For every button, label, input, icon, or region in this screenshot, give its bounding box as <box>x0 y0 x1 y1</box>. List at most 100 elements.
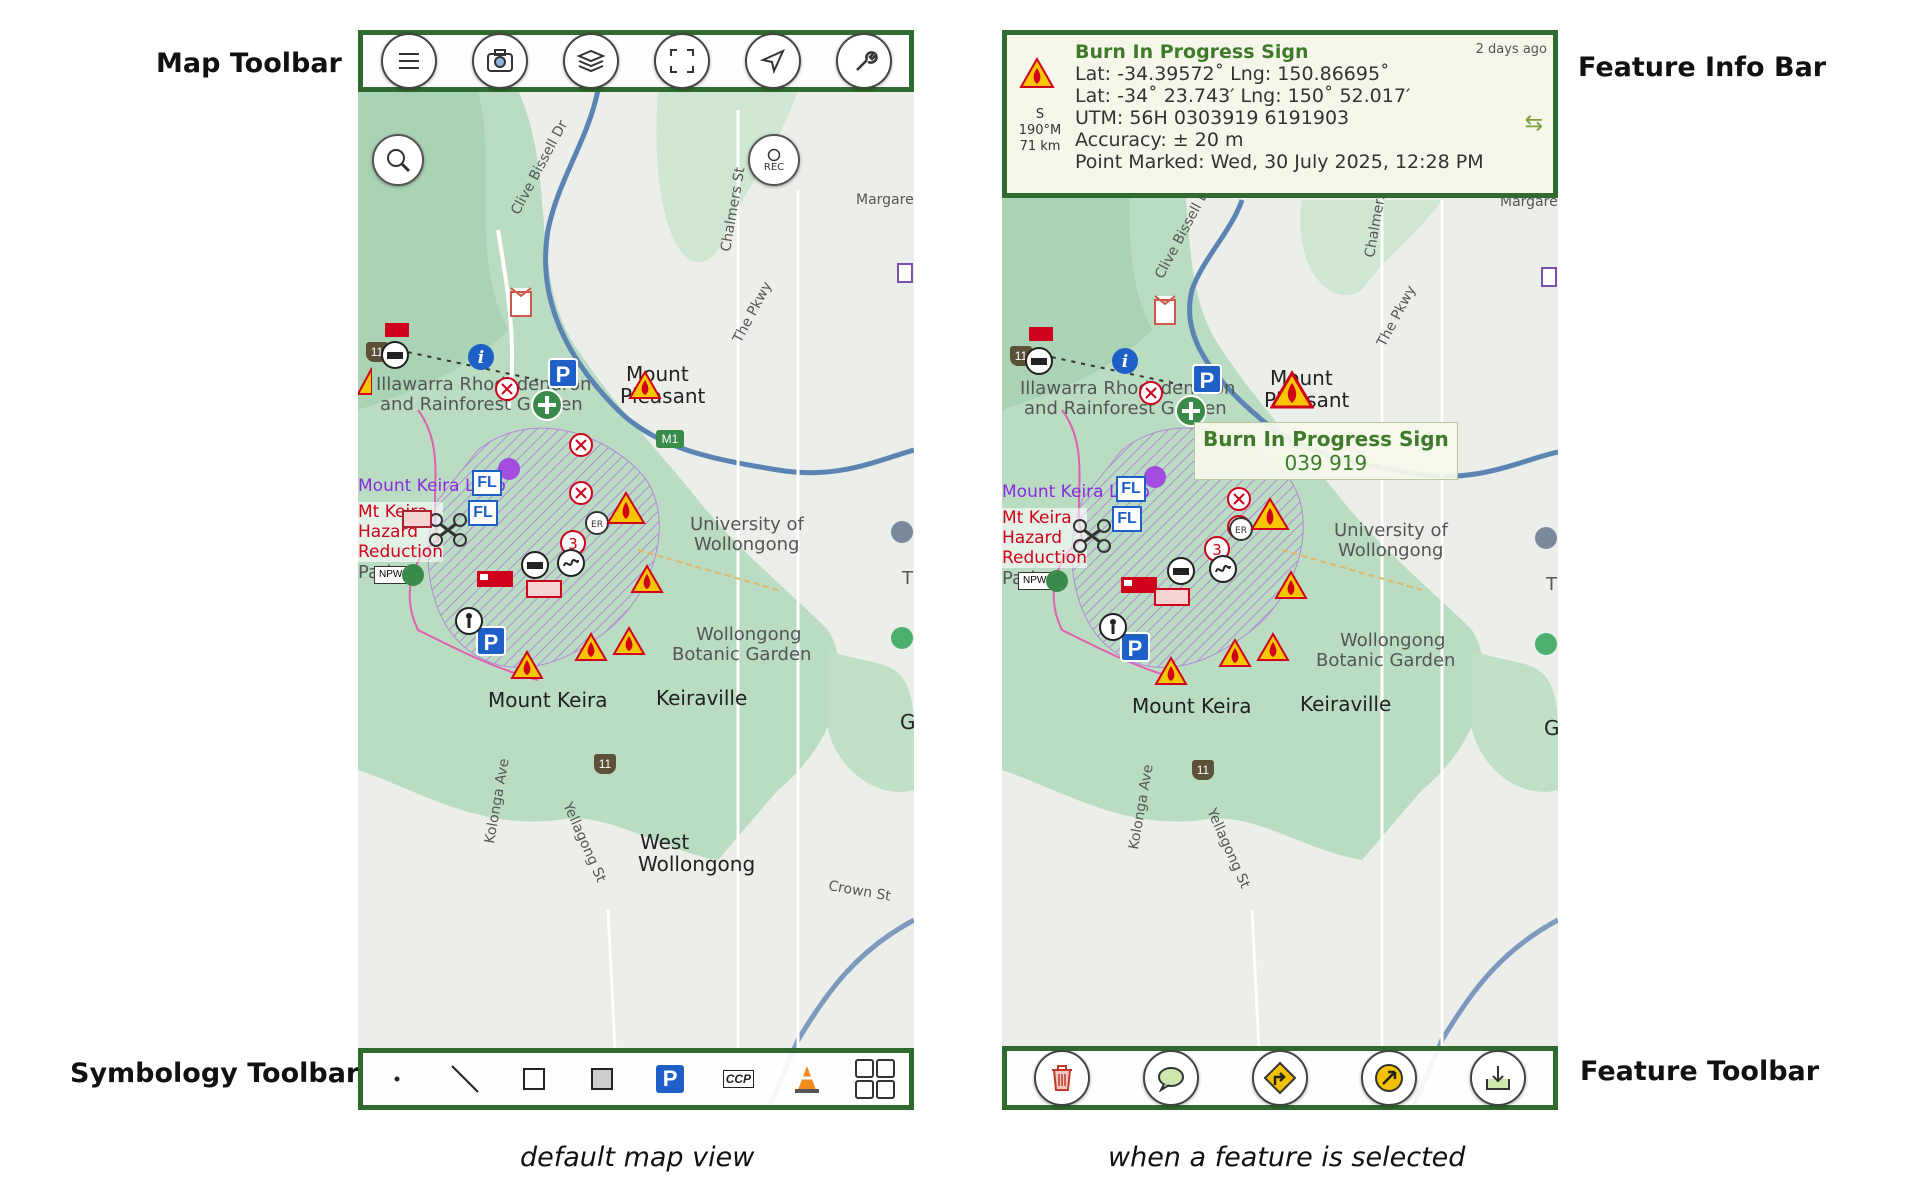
green-pin-icon[interactable] <box>1044 568 1070 594</box>
cross-circle-icon[interactable] <box>494 376 520 402</box>
burn-sign-selected-icon[interactable] <box>1270 370 1314 410</box>
menu-icon <box>398 53 419 69</box>
feature-tooltip[interactable]: Burn In Progress Sign 039 919 <box>1194 422 1458 480</box>
locate-button[interactable] <box>744 33 801 89</box>
camera-button[interactable] <box>471 33 528 89</box>
ambulance-icon[interactable] <box>402 508 432 530</box>
road-closed-icon[interactable] <box>1028 326 1054 342</box>
trail-marker-icon[interactable] <box>1144 466 1166 488</box>
caption-feature-selected: when a feature is selected <box>1108 1142 1466 1173</box>
grid-icon <box>854 1059 895 1099</box>
pin-marker-icon[interactable] <box>1152 294 1178 328</box>
burn-sign-icon-b[interactable] <box>1250 496 1290 532</box>
more-symbols-tool[interactable] <box>847 1051 903 1107</box>
ccp-tool[interactable]: CCP <box>710 1051 766 1107</box>
record-button[interactable]: REC <box>748 134 800 186</box>
burn-sign-icon-e[interactable] <box>612 626 646 656</box>
first-aid-icon[interactable] <box>530 388 564 422</box>
cross-circle-icon[interactable] <box>1226 486 1252 512</box>
fire-truck-icon[interactable] <box>1120 574 1158 596</box>
info-icon[interactable]: i <box>1110 346 1140 376</box>
fl-marker-icon[interactable]: FL <box>1116 476 1146 502</box>
drone-icon[interactable] <box>428 512 468 548</box>
figure: Map Toolbar Symbology Toolbar Feature In… <box>0 0 1916 1180</box>
point-icon <box>394 1076 400 1082</box>
burn-sign-icon[interactable] <box>628 370 662 400</box>
line-tool[interactable] <box>437 1051 493 1107</box>
menu-button[interactable] <box>380 33 437 89</box>
parking-marker-icon[interactable]: P <box>1192 364 1222 394</box>
burn-sign-icon-f[interactable] <box>510 650 544 680</box>
polygon-tool[interactable] <box>506 1051 562 1107</box>
delete-feature-button[interactable] <box>1033 1050 1090 1106</box>
pin-marker-icon[interactable] <box>508 286 534 320</box>
parking-tool[interactable]: P <box>642 1051 698 1107</box>
building-icon[interactable] <box>1540 266 1558 288</box>
directions-button[interactable] <box>1251 1050 1308 1106</box>
drone-icon[interactable] <box>1072 518 1112 554</box>
cross-circle-icon[interactable] <box>1138 380 1164 406</box>
road-closed-icon[interactable] <box>384 322 410 338</box>
fire-truck-icon[interactable] <box>476 568 514 590</box>
tank-icon[interactable] <box>1024 346 1054 376</box>
line-icon <box>451 1065 480 1093</box>
fl-marker-icon[interactable]: FL <box>472 470 502 496</box>
layers-button[interactable] <box>562 33 619 89</box>
wrench-icon <box>855 51 878 71</box>
search-button[interactable] <box>372 134 424 186</box>
burn-sign-icon-b[interactable] <box>606 490 646 526</box>
burn-sign-icon-d[interactable] <box>574 632 608 662</box>
tank-icon[interactable] <box>380 340 410 370</box>
label-g: G <box>900 710 914 734</box>
burn-sign-icon-c[interactable] <box>630 564 664 594</box>
tank-icon-b[interactable] <box>520 550 550 580</box>
fl-marker-icon-b[interactable]: FL <box>1112 506 1142 532</box>
label-botanic-b: Botanic Garden <box>672 644 812 665</box>
settings-button[interactable] <box>835 33 892 89</box>
burn-sign-icon-g[interactable] <box>358 366 372 396</box>
burn-sign-icon-c[interactable] <box>1274 570 1308 600</box>
green-pin-icon[interactable] <box>400 562 426 588</box>
filled-square-tool[interactable] <box>574 1051 630 1107</box>
fire-truck-icon-b[interactable] <box>1154 586 1190 608</box>
burn-sign-icon-e[interactable] <box>1256 632 1290 662</box>
point-tool[interactable] <box>369 1051 425 1107</box>
cross-circle-icon[interactable] <box>568 480 594 506</box>
ccp-icon: CCP <box>722 1070 755 1088</box>
feature-info-bar[interactable]: S 190°M 71 km Burn In Progress Sign 2 da… <box>1002 30 1558 198</box>
accuracy-value: Accuracy: ± 20 m <box>1075 129 1244 151</box>
university-icon[interactable] <box>890 520 914 544</box>
label-t: T <box>902 568 913 589</box>
fire-truck-icon-b[interactable] <box>526 578 562 600</box>
botanic-garden-icon[interactable] <box>890 626 914 650</box>
export-feature-button[interactable] <box>1470 1050 1527 1106</box>
burn-sign-icon-f[interactable] <box>1154 656 1188 686</box>
info-icon[interactable]: i <box>466 342 496 372</box>
fullscreen-button[interactable] <box>653 33 710 89</box>
parking-marker-icon[interactable]: P <box>548 358 578 388</box>
person-icon[interactable] <box>454 606 484 636</box>
tank-icon-b[interactable] <box>1166 556 1196 586</box>
person-icon[interactable] <box>1098 612 1128 642</box>
rope-icon[interactable] <box>556 548 586 578</box>
swap-icon[interactable]: ⇆ <box>1525 111 1543 136</box>
building-icon[interactable] <box>896 262 914 284</box>
burn-sign-icon-d[interactable] <box>1218 638 1252 668</box>
comment-button[interactable] <box>1142 1050 1199 1106</box>
rope-icon[interactable] <box>1208 554 1238 584</box>
trash-icon <box>1051 1065 1072 1091</box>
directions-icon <box>1263 1061 1297 1095</box>
move-feature-button[interactable] <box>1361 1050 1418 1106</box>
svg-text:i: i <box>1122 352 1128 372</box>
fl-marker-icon-b[interactable]: FL <box>468 500 498 526</box>
phone-default-view: Mount Pleasant Illawarra Rhododendron an… <box>358 30 914 1110</box>
botanic-garden-icon[interactable] <box>1534 632 1558 656</box>
layers-icon <box>575 49 606 73</box>
lat-lng-degrees-minutes: Lat: -34˚ 23.743′ Lng: 150˚ 52.017′ <box>1075 85 1411 107</box>
direction-letter: S <box>1035 107 1045 122</box>
symbology-toolbar: P CCP <box>358 1048 914 1110</box>
traffic-cone-tool[interactable] <box>779 1051 835 1107</box>
university-icon[interactable] <box>1534 526 1558 550</box>
cross-circle-icon[interactable] <box>568 432 594 458</box>
map-view[interactable]: Mount Pleasant Illawarra Rhododendron an… <box>358 30 914 1110</box>
